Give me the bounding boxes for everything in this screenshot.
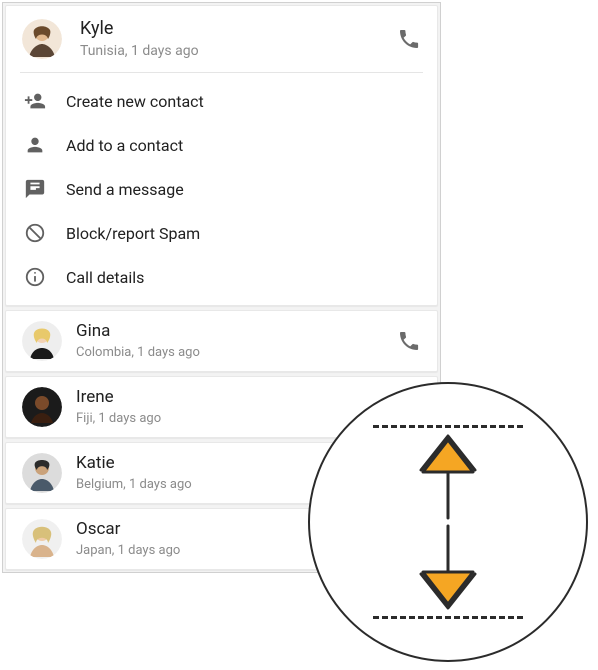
contact-info: Kyle Tunisia, 1 days ago [80, 18, 397, 60]
avatar [22, 321, 62, 361]
arrow-down-icon [413, 524, 483, 614]
menu-label: Block/report Spam [66, 224, 200, 243]
contact-meta: Colombia, 1 days ago [76, 345, 397, 361]
menu-label: Call details [66, 268, 144, 287]
dashed-boundary-top [373, 425, 523, 428]
contact-card[interactable]: Gina Colombia, 1 days ago [5, 310, 438, 372]
scroll-gesture-overlay [308, 382, 588, 662]
avatar [22, 19, 62, 59]
contact-card-expanded: Kyle Tunisia, 1 days ago Create new cont… [5, 5, 438, 306]
add-contact-icon [24, 90, 46, 112]
dashed-boundary-bottom [373, 616, 523, 619]
avatar [22, 387, 62, 427]
info-icon [24, 266, 46, 288]
menu-create-contact[interactable]: Create new contact [20, 79, 423, 123]
menu-add-to-contact[interactable]: Add to a contact [20, 123, 423, 167]
menu-block-spam[interactable]: Block/report Spam [20, 211, 423, 255]
menu-call-details[interactable]: Call details [20, 255, 423, 299]
contact-meta: Tunisia, 1 days ago [80, 43, 397, 61]
contact-name: Kyle [80, 18, 397, 41]
person-icon [24, 134, 46, 156]
avatar [22, 453, 62, 493]
menu-label: Add to a contact [66, 136, 183, 155]
contact-row[interactable]: Kyle Tunisia, 1 days ago [6, 6, 437, 72]
menu-label: Send a message [66, 180, 184, 199]
menu-send-message[interactable]: Send a message [20, 167, 423, 211]
contact-info: Gina Colombia, 1 days ago [76, 321, 397, 361]
message-icon [24, 178, 46, 200]
block-icon [24, 222, 46, 244]
context-menu: Create new contact Add to a contact Send… [20, 72, 423, 305]
arrow-up-icon [413, 430, 483, 520]
contact-name: Gina [76, 321, 397, 342]
phone-icon[interactable] [397, 27, 421, 51]
phone-icon[interactable] [397, 329, 421, 353]
menu-label: Create new contact [66, 92, 204, 111]
avatar [22, 519, 62, 559]
